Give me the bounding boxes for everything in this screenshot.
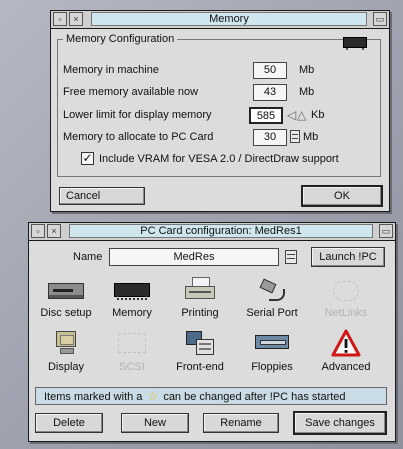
vram-checkbox[interactable]: ✓ <box>81 152 94 165</box>
display-item[interactable]: Display <box>33 329 99 377</box>
memory-item[interactable]: Memory <box>101 277 163 325</box>
menu-popup-icon[interactable] <box>290 130 300 143</box>
vram-checkbox-label: Include VRAM for VESA 2.0 / DirectDraw s… <box>99 153 339 165</box>
launch-pc-button[interactable]: Launch !PC <box>311 247 385 267</box>
scsi-item: SCSI <box>101 329 163 377</box>
front-end-label: Front-end <box>176 361 224 373</box>
memory-window-title: Memory <box>91 12 367 26</box>
close-icon[interactable]: × <box>47 224 61 238</box>
star-icon: ☆ <box>147 389 159 403</box>
network-icon <box>333 281 359 301</box>
memory-chip-icon <box>114 283 150 300</box>
display-label: Display <box>47 361 85 373</box>
monitor-icon <box>54 331 78 355</box>
serial-port-label: Serial Port <box>246 307 298 319</box>
new-button-label: New <box>143 417 166 429</box>
front-end-icon <box>186 331 214 355</box>
increment-arrow-icon[interactable]: △ <box>297 108 306 122</box>
toggle-size-icon[interactable]: ▭ <box>379 224 393 238</box>
pc-card-titlebar[interactable]: ▫ × PC Card configuration: MedRes1 ▭ <box>29 223 395 241</box>
advanced-item[interactable]: Advanced <box>311 329 381 377</box>
scsi-icon <box>118 333 146 353</box>
netlinks-item: NetLinks <box>311 277 381 325</box>
display-memory-input[interactable]: 585 <box>249 107 283 124</box>
free-memory-label: Free memory available now <box>63 86 199 98</box>
decrement-arrow-icon[interactable]: ◁ <box>287 108 296 122</box>
memory-configuration-title: Memory Configuration <box>63 33 178 45</box>
cancel-button[interactable]: Cancel <box>59 187 145 205</box>
advanced-label: Advanced <box>321 361 371 373</box>
floppies-item[interactable]: Floppies <box>237 329 307 377</box>
info-text-end: can be changed after !PC has started <box>163 391 346 403</box>
delete-button-label: Delete <box>53 417 85 429</box>
memory-chip-icon <box>343 37 367 50</box>
pc-card-window: ▫ × PC Card configuration: MedRes1 ▭ Nam… <box>28 222 396 442</box>
netlinks-label: NetLinks <box>324 307 368 319</box>
pc-card-memory-label: Memory to allocate to PC Card <box>63 131 214 143</box>
menu-popup-icon[interactable] <box>285 250 297 264</box>
delete-button[interactable]: Delete <box>35 413 103 433</box>
info-text-start: Items marked with a <box>44 391 143 403</box>
save-changes-button[interactable]: Save changes <box>293 411 387 435</box>
back-icon[interactable]: ▫ <box>53 12 67 26</box>
back-icon[interactable]: ▫ <box>31 224 45 238</box>
warning-triangle-icon <box>331 329 361 357</box>
disc-setup-label: Disc setup <box>40 307 92 319</box>
rename-button[interactable]: Rename <box>203 413 279 433</box>
front-end-item[interactable]: Front-end <box>169 329 231 377</box>
free-memory-value: 43 <box>253 84 287 101</box>
ok-button[interactable]: OK <box>301 185 383 207</box>
cancel-button-label: Cancel <box>66 190 101 202</box>
save-changes-button-label: Save changes <box>305 417 375 429</box>
memory-in-machine-value: 50 <box>253 62 287 79</box>
close-icon[interactable]: × <box>69 12 83 26</box>
printing-label: Printing <box>181 307 219 319</box>
memory-in-machine-unit: Mb <box>299 64 315 76</box>
pc-card-window-title: PC Card configuration: MedRes1 <box>69 224 373 238</box>
display-memory-unit: Kb <box>311 109 325 121</box>
toggle-size-icon[interactable]: ▭ <box>373 12 387 26</box>
name-input[interactable]: MedRes <box>109 248 279 266</box>
printer-icon <box>185 277 215 301</box>
scsi-label: SCSI <box>119 361 145 373</box>
info-bar: Items marked with a ☆ can be changed aft… <box>35 387 387 405</box>
floppy-drive-icon <box>255 335 289 349</box>
pc-card-memory-unit: Mb <box>303 131 319 143</box>
rename-button-label: Rename <box>220 417 262 429</box>
memory-label: Memory <box>112 307 152 319</box>
ok-button-label: OK <box>334 190 350 202</box>
disc-drive-icon <box>48 283 84 299</box>
free-memory-unit: Mb <box>299 86 315 98</box>
disc-setup-item[interactable]: Disc setup <box>33 277 99 325</box>
floppies-label: Floppies <box>251 361 293 373</box>
serial-cable-icon <box>259 278 285 301</box>
memory-in-machine-label: Memory in machine <box>63 64 159 76</box>
display-memory-label: Lower limit for display memory <box>63 109 212 121</box>
memory-window: ▫ × Memory ▭ Memory Configuration Memory… <box>50 10 390 212</box>
name-label: Name <box>73 251 103 263</box>
serial-port-item[interactable]: Serial Port <box>237 277 307 325</box>
new-button[interactable]: New <box>121 413 189 433</box>
memory-titlebar[interactable]: ▫ × Memory ▭ <box>51 11 389 29</box>
printing-item[interactable]: Printing <box>169 277 231 325</box>
launch-pc-button-label: Launch !PC <box>319 251 377 263</box>
pc-card-memory-input[interactable]: 30 <box>253 129 287 146</box>
